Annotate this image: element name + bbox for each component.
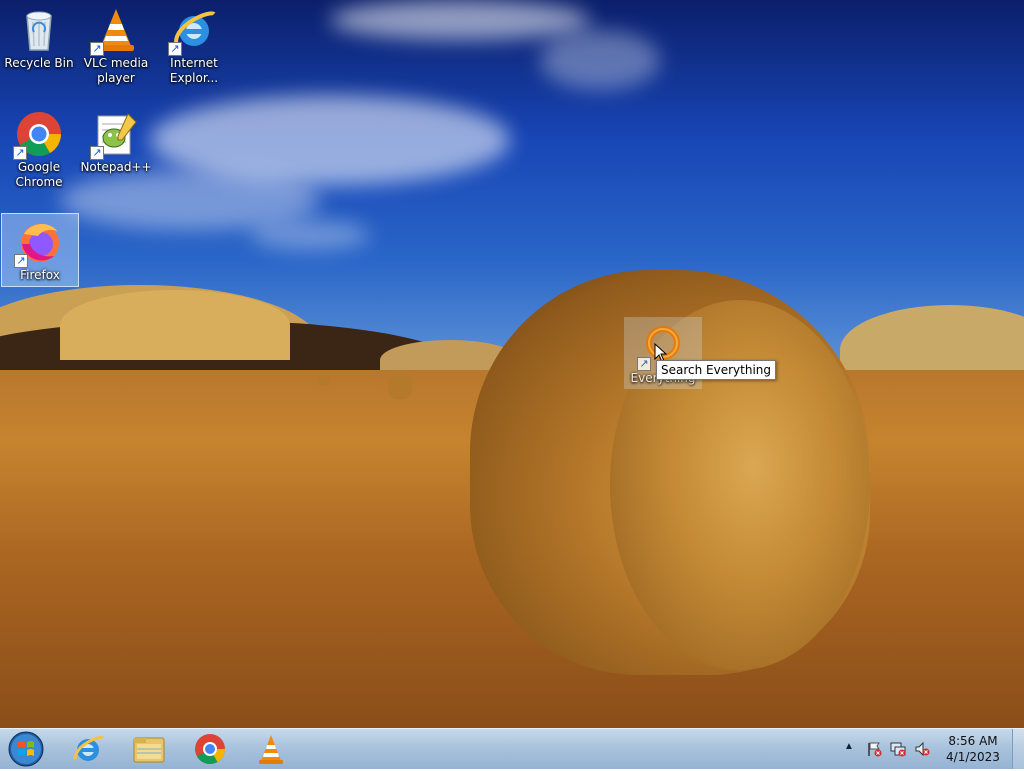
chrome-icon: ↗ — [13, 110, 63, 160]
start-button[interactable] — [6, 730, 46, 768]
firefox-label: Firefox — [20, 268, 60, 282]
chrome-icon — [195, 734, 225, 765]
network-disconnected-icon[interactable] — [890, 741, 906, 757]
taskbar-windows-explorer-button[interactable] — [123, 731, 175, 767]
desktop-icon-firefox[interactable]: ↗ Firefox — [1, 213, 79, 287]
desktop-icon-vlc[interactable]: ↗ VLC media player — [78, 2, 154, 89]
windows-logo-icon — [8, 731, 44, 767]
shortcut-arrow-icon: ↗ — [90, 42, 104, 56]
notepad-plus-plus-label: Notepad++ — [80, 160, 152, 174]
taskbar-internet-explorer-button[interactable] — [62, 731, 114, 767]
taskbar-vlc-button[interactable] — [245, 731, 297, 767]
desktop-icon-internet-explorer[interactable]: ↗ Internet Explor... — [156, 2, 232, 89]
search-everything-tooltip: Search Everything — [656, 360, 777, 380]
google-chrome-label: Google Chrome — [15, 160, 63, 189]
clock-time: 8:56 AM — [948, 734, 998, 748]
vlc-icon: ↗ — [90, 6, 140, 56]
firefox-icon: ↗ — [14, 218, 64, 268]
desktop-icon-recycle-bin[interactable]: Recycle Bin — [1, 2, 77, 74]
action-center-flag-icon[interactable] — [866, 741, 882, 757]
clock-date: 4/1/2023 — [946, 750, 1000, 764]
internet-explorer-label: Internet Explor... — [169, 56, 219, 85]
shortcut-arrow-icon: ↗ — [90, 146, 104, 160]
show-hidden-icons-button[interactable]: ▲ — [842, 741, 856, 755]
desktop-icon-google-chrome[interactable]: ↗ Google Chrome — [1, 106, 77, 193]
recycle-bin-icon — [15, 6, 63, 54]
show-desktop-button[interactable] — [1012, 729, 1024, 769]
notepad-plus-plus-icon: ↗ — [90, 110, 140, 160]
vlc-icon — [259, 735, 283, 764]
vlc-label: VLC media player — [83, 56, 149, 85]
shortcut-arrow-icon: ↗ — [14, 254, 28, 268]
recycle-bin-label: Recycle Bin — [4, 56, 74, 70]
shortcut-arrow-icon: ↗ — [637, 357, 651, 371]
internet-explorer-icon — [73, 735, 105, 761]
volume-muted-icon[interactable] — [914, 741, 930, 757]
system-clock[interactable]: 8:56 AM 4/1/2023 — [940, 733, 1006, 765]
internet-explorer-icon: ↗ — [168, 6, 218, 56]
shortcut-arrow-icon: ↗ — [13, 146, 27, 160]
taskbar: ▲ 8:56 AM 4/1/2023 — [0, 728, 1024, 769]
taskbar-google-chrome-button[interactable] — [184, 731, 236, 767]
folder-icon — [133, 737, 165, 763]
desktop-icon-notepad-plus-plus[interactable]: ↗ Notepad++ — [78, 106, 154, 178]
shortcut-arrow-icon: ↗ — [168, 42, 182, 56]
